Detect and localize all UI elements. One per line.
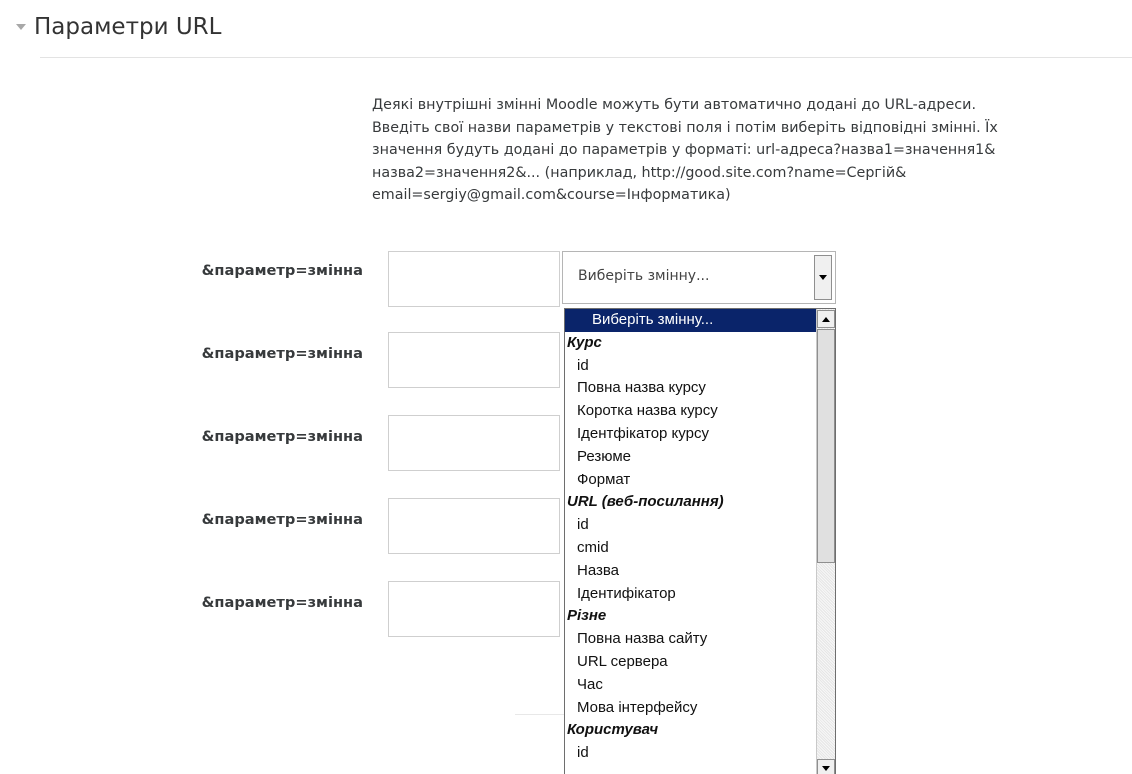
description-line: email=sergiy@gmail.com&course=Інформатик… <box>372 187 731 203</box>
description-line: Введіть свої назви параметрів у текстові… <box>372 119 998 136</box>
parameter-name-input[interactable] <box>388 581 560 637</box>
dropdown-option[interactable]: Повна назва курсу <box>565 377 835 400</box>
parameter-name-input[interactable] <box>388 332 560 388</box>
parameter-name-input[interactable] <box>388 498 560 554</box>
section-divider <box>40 57 1132 58</box>
select-value: Виберіть змінну... <box>578 268 710 284</box>
parameter-label: &параметр=змінна <box>201 428 363 445</box>
section-title: Параметри URL <box>34 14 222 40</box>
section-header[interactable]: Параметри URL <box>14 14 221 40</box>
triangle-down-icon[interactable] <box>14 20 28 34</box>
dropdown-group-course: Курс <box>567 333 602 351</box>
scroll-down-icon[interactable] <box>817 759 835 774</box>
dropdown-option[interactable]: id <box>565 514 835 537</box>
description-text: Деякі внутрішні змінні Moodle можуть бут… <box>372 94 1132 207</box>
parameter-label: &параметр=змінна <box>201 345 363 362</box>
description-line: назва2=значення2&... (наприклад, http://… <box>372 164 907 181</box>
dropdown-arrow-icon[interactable] <box>814 255 832 300</box>
parameter-label: &параметр=змінна <box>201 511 363 528</box>
dropdown-option[interactable]: Повна назва сайту <box>565 628 835 651</box>
variable-select[interactable]: Виберіть змінну... <box>562 251 836 304</box>
dropdown-option[interactable]: Ідентфікатор курсу <box>565 423 835 446</box>
scrollbar-thumb[interactable] <box>817 329 835 563</box>
parameter-name-input[interactable] <box>388 415 560 471</box>
dropdown-scrollbar[interactable] <box>816 309 835 774</box>
dropdown-option[interactable]: Формат <box>565 469 835 492</box>
dropdown-option[interactable]: Мова інтерфейсу <box>565 697 835 720</box>
dropdown-option[interactable]: Час <box>565 674 835 697</box>
divider <box>515 714 565 715</box>
dropdown-group-url: URL (веб-посилання) <box>567 493 724 511</box>
dropdown-option[interactable]: id <box>565 355 835 378</box>
scroll-up-icon[interactable] <box>817 310 835 328</box>
description-line: Деякі внутрішні змінні Moodle можуть бут… <box>372 97 976 113</box>
dropdown-option[interactable]: Ідентифікатор <box>565 583 835 606</box>
parameter-label: &параметр=змінна <box>201 594 363 611</box>
dropdown-option[interactable]: cmid <box>565 537 835 560</box>
variable-dropdown-list[interactable]: Виберіть змінну... Курс id Повна назва к… <box>564 308 836 774</box>
dropdown-option-selected[interactable]: Виберіть змінну... <box>565 309 816 332</box>
dropdown-option[interactable]: id <box>565 742 835 765</box>
dropdown-option[interactable]: Назва <box>565 560 835 583</box>
dropdown-group-user: Користувач <box>567 721 659 739</box>
dropdown-group-misc: Різне <box>567 607 607 625</box>
dropdown-option[interactable]: Коротка назва курсу <box>565 400 835 423</box>
parameter-name-input[interactable] <box>388 251 560 307</box>
dropdown-option[interactable]: Резюме <box>565 446 835 469</box>
dropdown-option[interactable]: URL сервера <box>565 651 835 674</box>
description-line: значення будуть додані до параметрів у ф… <box>372 142 996 158</box>
parameter-label: &параметр=змінна <box>201 262 363 279</box>
